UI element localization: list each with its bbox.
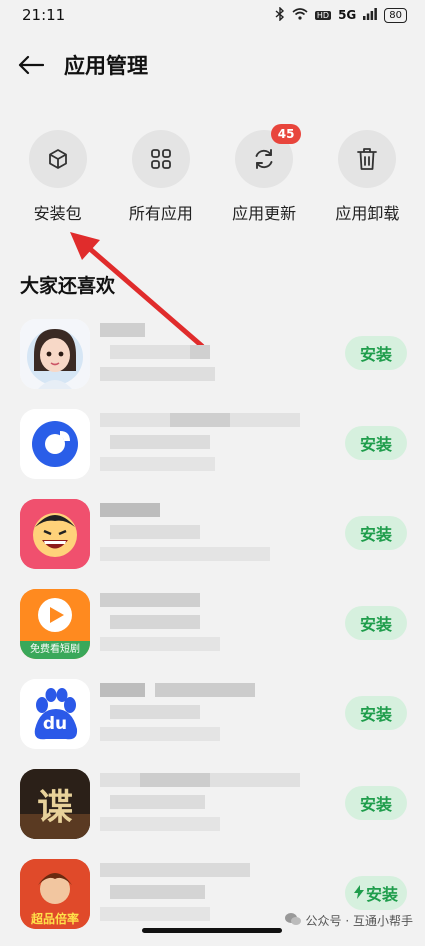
signal-icon [363,7,378,23]
list-item[interactable]: 安装 [0,496,425,586]
status-time: 21:11 [22,6,66,24]
list-item[interactable]: 安装 [0,316,425,406]
app-update-label: 应用更新 [232,204,297,223]
install-label: 安装 [359,345,392,364]
install-button[interactable]: 安装 [345,336,407,370]
list-item[interactable]: 谍 安装 [0,766,425,856]
video-app-icon-caption: 免费看短剧 [20,641,90,659]
baidu-paw-icon: du [20,679,90,749]
game-icon: 谍 [20,769,90,839]
header: 应用管理 [0,30,425,100]
status-bar: 21:11 HD 5G 80 [0,0,425,30]
refresh-icon: 45 [235,124,302,188]
bluetooth-icon [275,5,285,24]
watermark: 公众号 · 互通小帮手 [284,912,413,929]
blurred-app-info [100,501,310,571]
app-update-button[interactable]: 45 应用更新 [219,124,309,250]
game-icon-text: 谍 [36,786,73,828]
install-button[interactable]: 安装 [345,426,407,460]
blurred-app-info [100,321,310,391]
home-indicator[interactable] [142,928,282,933]
list-item[interactable]: 免费看短剧 安装 [0,586,425,676]
watermark-text: 公众号 · 互通小帮手 [305,914,413,928]
blurred-app-info [100,591,310,661]
blurred-app-info [100,681,310,751]
laughing-face-app-icon [20,499,90,569]
battery-indicator: 80 [384,7,407,23]
status-icons: HD 5G 80 [275,5,407,24]
app-list: 安装 安装 安装 免费看短剧 安装 du 安装 谍 安装 超品倍率 安装 [0,316,425,946]
video-play-app-icon: 免费看短剧 [20,589,90,659]
package-icon [28,130,87,188]
grid-icon [131,130,190,188]
install-button[interactable]: 安装 [345,696,407,730]
baidu-icon-text: du [42,714,68,734]
all-apps-label: 所有应用 [128,204,193,223]
lightning-icon [353,884,364,903]
install-label: 安装 [359,525,392,544]
game-hero-icon: 超品倍率 [20,859,90,929]
blue-circle-app-icon [20,409,90,479]
install-label: 安装 [365,885,398,904]
uninstall-label: 应用卸载 [335,204,400,223]
uninstall-button[interactable]: 应用卸载 [322,130,412,250]
wechat-icon [284,912,301,929]
list-item[interactable]: du 安装 [0,676,425,766]
avatar-girl-icon [20,319,90,389]
blurred-app-info [100,771,310,841]
update-count-badge: 45 [271,124,302,144]
fast-install-button[interactable]: 安装 [345,876,407,910]
blurred-app-info [100,411,310,481]
install-label: 安装 [359,795,392,814]
page-title: 应用管理 [64,54,148,78]
install-label: 安装 [359,705,392,724]
network-label: 5G [338,8,357,22]
back-arrow-icon[interactable] [16,50,46,80]
install-button[interactable]: 安装 [345,606,407,640]
wifi-icon [292,7,308,23]
hd-icon: HD [314,10,332,20]
install-label: 安装 [359,435,392,454]
install-button[interactable]: 安装 [345,516,407,550]
trash-icon [338,130,397,188]
list-item[interactable]: 安装 [0,406,425,496]
blurred-app-info [100,861,310,931]
game-hero-icon-text: 超品倍率 [30,912,79,926]
install-button[interactable]: 安装 [345,786,407,820]
install-label: 安装 [359,615,392,634]
package-label: 安装包 [33,204,82,223]
section-title: 大家还喜欢 [20,275,116,297]
